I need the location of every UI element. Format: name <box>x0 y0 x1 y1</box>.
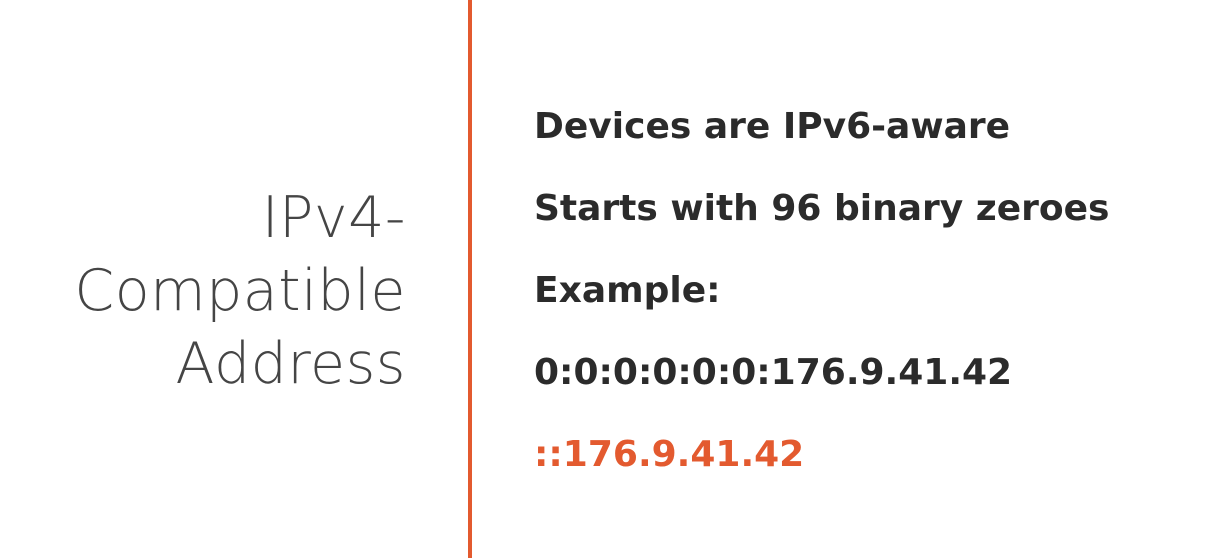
slide: IPv4- Compatible Address Devices are IPv… <box>0 0 1227 558</box>
content-line-full-address: 0:0:0:0:0:0:176.9.41.42 <box>534 352 1013 393</box>
slide-title: IPv4- Compatible Address <box>74 182 406 401</box>
title-line-2: Compatible <box>74 258 406 324</box>
content-line-compressed-address: ::176.9.41.42 <box>534 434 805 475</box>
content-line-binary-zeroes: Starts with 96 binary zeroes <box>534 188 1110 229</box>
content-line-example-label: Example: <box>534 270 721 311</box>
title-line-1: IPv4- <box>261 185 406 251</box>
content-line-ipv6-aware: Devices are IPv6-aware <box>534 106 1011 147</box>
vertical-divider <box>468 0 472 558</box>
content-list: Devices are IPv6-aware Starts with 96 bi… <box>534 100 1109 510</box>
title-line-3: Address <box>175 331 406 397</box>
